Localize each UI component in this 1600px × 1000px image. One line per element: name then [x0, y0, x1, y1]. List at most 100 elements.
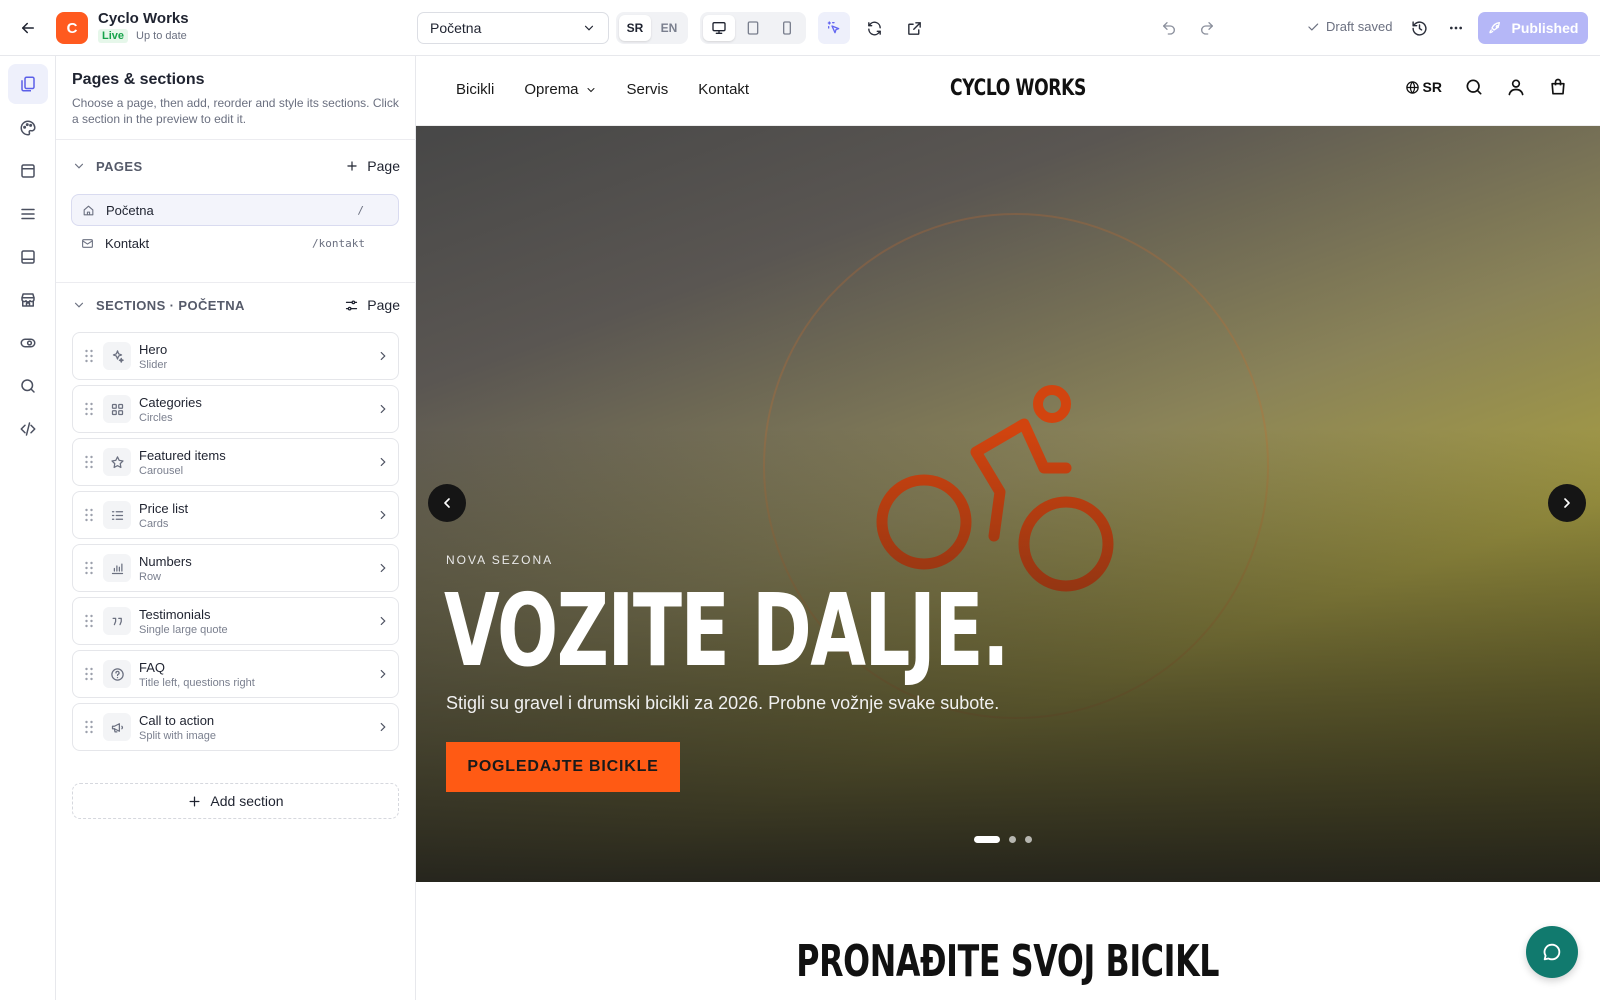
page-path: / [357, 203, 364, 217]
section-card-faq[interactable]: FAQ Title left, questions right [72, 650, 399, 698]
code-icon [20, 422, 36, 436]
open-site-button[interactable] [898, 12, 930, 44]
site-account-button[interactable] [1506, 77, 1526, 97]
chevron-right-icon [376, 402, 390, 416]
redo-button[interactable] [1191, 12, 1223, 44]
chevron-left-icon [444, 498, 450, 508]
rail-theme-button[interactable] [8, 108, 48, 148]
chevron-down-icon[interactable] [72, 298, 86, 312]
drag-handle-icon[interactable] [77, 667, 101, 681]
section-card-featured-items[interactable]: Featured items Carousel [72, 438, 399, 486]
history-button[interactable] [1403, 12, 1435, 44]
visibility-icon [20, 338, 36, 348]
nav-link-servis[interactable]: Servis [627, 81, 669, 98]
page-row-kontakt[interactable]: Kontakt /kontakt [71, 227, 399, 259]
section-name: FAQ [139, 659, 166, 675]
site-cart-button[interactable] [1548, 77, 1568, 97]
rail-seo-button[interactable] [8, 366, 48, 406]
rail-footer-button[interactable] [8, 237, 48, 277]
section-card-hero[interactable]: Hero Slider [72, 332, 399, 380]
rail-visibility-button[interactable] [8, 323, 48, 363]
add-page-label: Page [367, 158, 400, 174]
rail-menu-button[interactable] [8, 194, 48, 234]
section-name: Testimonials [139, 606, 211, 622]
site-search-button[interactable] [1464, 77, 1484, 97]
mobile-view-button[interactable] [771, 15, 803, 41]
section-card-testimonials[interactable]: Testimonials Single large quote [72, 597, 399, 645]
add-section-button[interactable]: Add section [72, 783, 399, 819]
page-row-pocetna[interactable]: Početna / [71, 194, 399, 226]
language-switcher: SR EN [616, 12, 688, 44]
slide-dot[interactable] [1025, 836, 1032, 843]
section-text: Testimonials Single large quote [139, 607, 228, 636]
lang-en-button[interactable]: EN [653, 15, 685, 41]
pages-group-header: PAGES Page [72, 154, 400, 178]
pages-icon [21, 76, 35, 92]
rail-layout-button[interactable] [8, 151, 48, 191]
tablet-view-button[interactable] [737, 15, 769, 41]
site-logo[interactable]: CYCLO WORKS [950, 76, 1086, 101]
desktop-icon [712, 21, 726, 34]
chevron-down-icon[interactable] [72, 159, 86, 173]
desktop-view-button[interactable] [703, 15, 735, 41]
drag-handle-icon[interactable] [77, 402, 101, 416]
rail-code-button[interactable] [8, 409, 48, 449]
more-options-button[interactable] [1440, 12, 1472, 44]
section-name: Numbers [139, 553, 192, 569]
rail-pages-button[interactable] [8, 64, 48, 104]
panel-divider [56, 282, 416, 283]
left-rail [0, 56, 56, 1000]
sections-heading: SECTIONS · POČETNA [96, 297, 245, 313]
site-header: Bicikli Oprema Servis Kontakt CYCLO WORK… [416, 56, 1600, 126]
nav-link-bicikli[interactable]: Bicikli [456, 81, 494, 98]
section-card-price-list[interactable]: Price list Cards [72, 491, 399, 539]
drag-handle-icon[interactable] [77, 349, 101, 363]
page-select[interactable]: Početna [417, 12, 609, 44]
section-card-call-to-action[interactable]: Call to action Split with image [72, 703, 399, 751]
publish-button[interactable]: Published [1478, 12, 1588, 44]
section-card-categories[interactable]: Categories Circles [72, 385, 399, 433]
hero-cta-button[interactable]: POGLEDAJTE BICIKLE [446, 742, 680, 792]
bar-chart-icon [103, 554, 131, 582]
section-card-numbers[interactable]: Numbers Row [72, 544, 399, 592]
drag-handle-icon[interactable] [77, 720, 101, 734]
slide-dot[interactable] [1009, 836, 1016, 843]
drag-handle-icon[interactable] [77, 614, 101, 628]
pages-sections-panel: Pages & sections Choose a page, then add… [56, 56, 416, 1000]
grid-icon [103, 395, 131, 423]
hero-prev-button[interactable] [428, 484, 466, 522]
chevron-right-icon [376, 614, 390, 628]
add-page-button[interactable]: Page [345, 158, 400, 174]
back-button[interactable] [14, 14, 42, 42]
sparkles-icon [103, 342, 131, 370]
star-icon [103, 448, 131, 476]
sync-status: Up to date [136, 30, 187, 42]
hero-next-button[interactable] [1548, 484, 1586, 522]
drag-handle-icon[interactable] [77, 508, 101, 522]
drag-handle-icon[interactable] [77, 561, 101, 575]
chevron-right-icon [376, 455, 390, 469]
search-icon [1466, 79, 1482, 95]
page-settings-label: Page [367, 297, 400, 313]
menu-icon [21, 208, 35, 220]
search-icon [21, 379, 35, 393]
refresh-preview-button[interactable] [858, 12, 890, 44]
rail-store-button[interactable] [8, 280, 48, 320]
nav-link-kontakt[interactable]: Kontakt [698, 81, 749, 98]
site-nav: Bicikli Oprema Servis Kontakt [456, 81, 749, 98]
slide-dot[interactable] [974, 836, 1000, 843]
app-status: Live Up to date [98, 29, 187, 43]
more-horizontal-icon [1450, 26, 1462, 30]
hero-slider[interactable]: NOVA SEZONA VOZITE DALJE. Stigli su grav… [416, 126, 1600, 882]
drag-handle-icon[interactable] [77, 455, 101, 469]
undo-button[interactable] [1153, 12, 1185, 44]
chat-button[interactable] [1526, 926, 1578, 978]
lang-sr-button[interactable]: SR [619, 15, 651, 41]
layout-icon [21, 164, 35, 178]
site-language-button[interactable]: SR [1405, 79, 1442, 95]
nav-link-oprema[interactable]: Oprema [524, 81, 596, 98]
select-element-button[interactable] [818, 12, 850, 44]
section-variant: Slider [139, 358, 168, 371]
section-variant: Carousel [139, 464, 184, 477]
page-settings-button[interactable]: Page [344, 297, 400, 313]
